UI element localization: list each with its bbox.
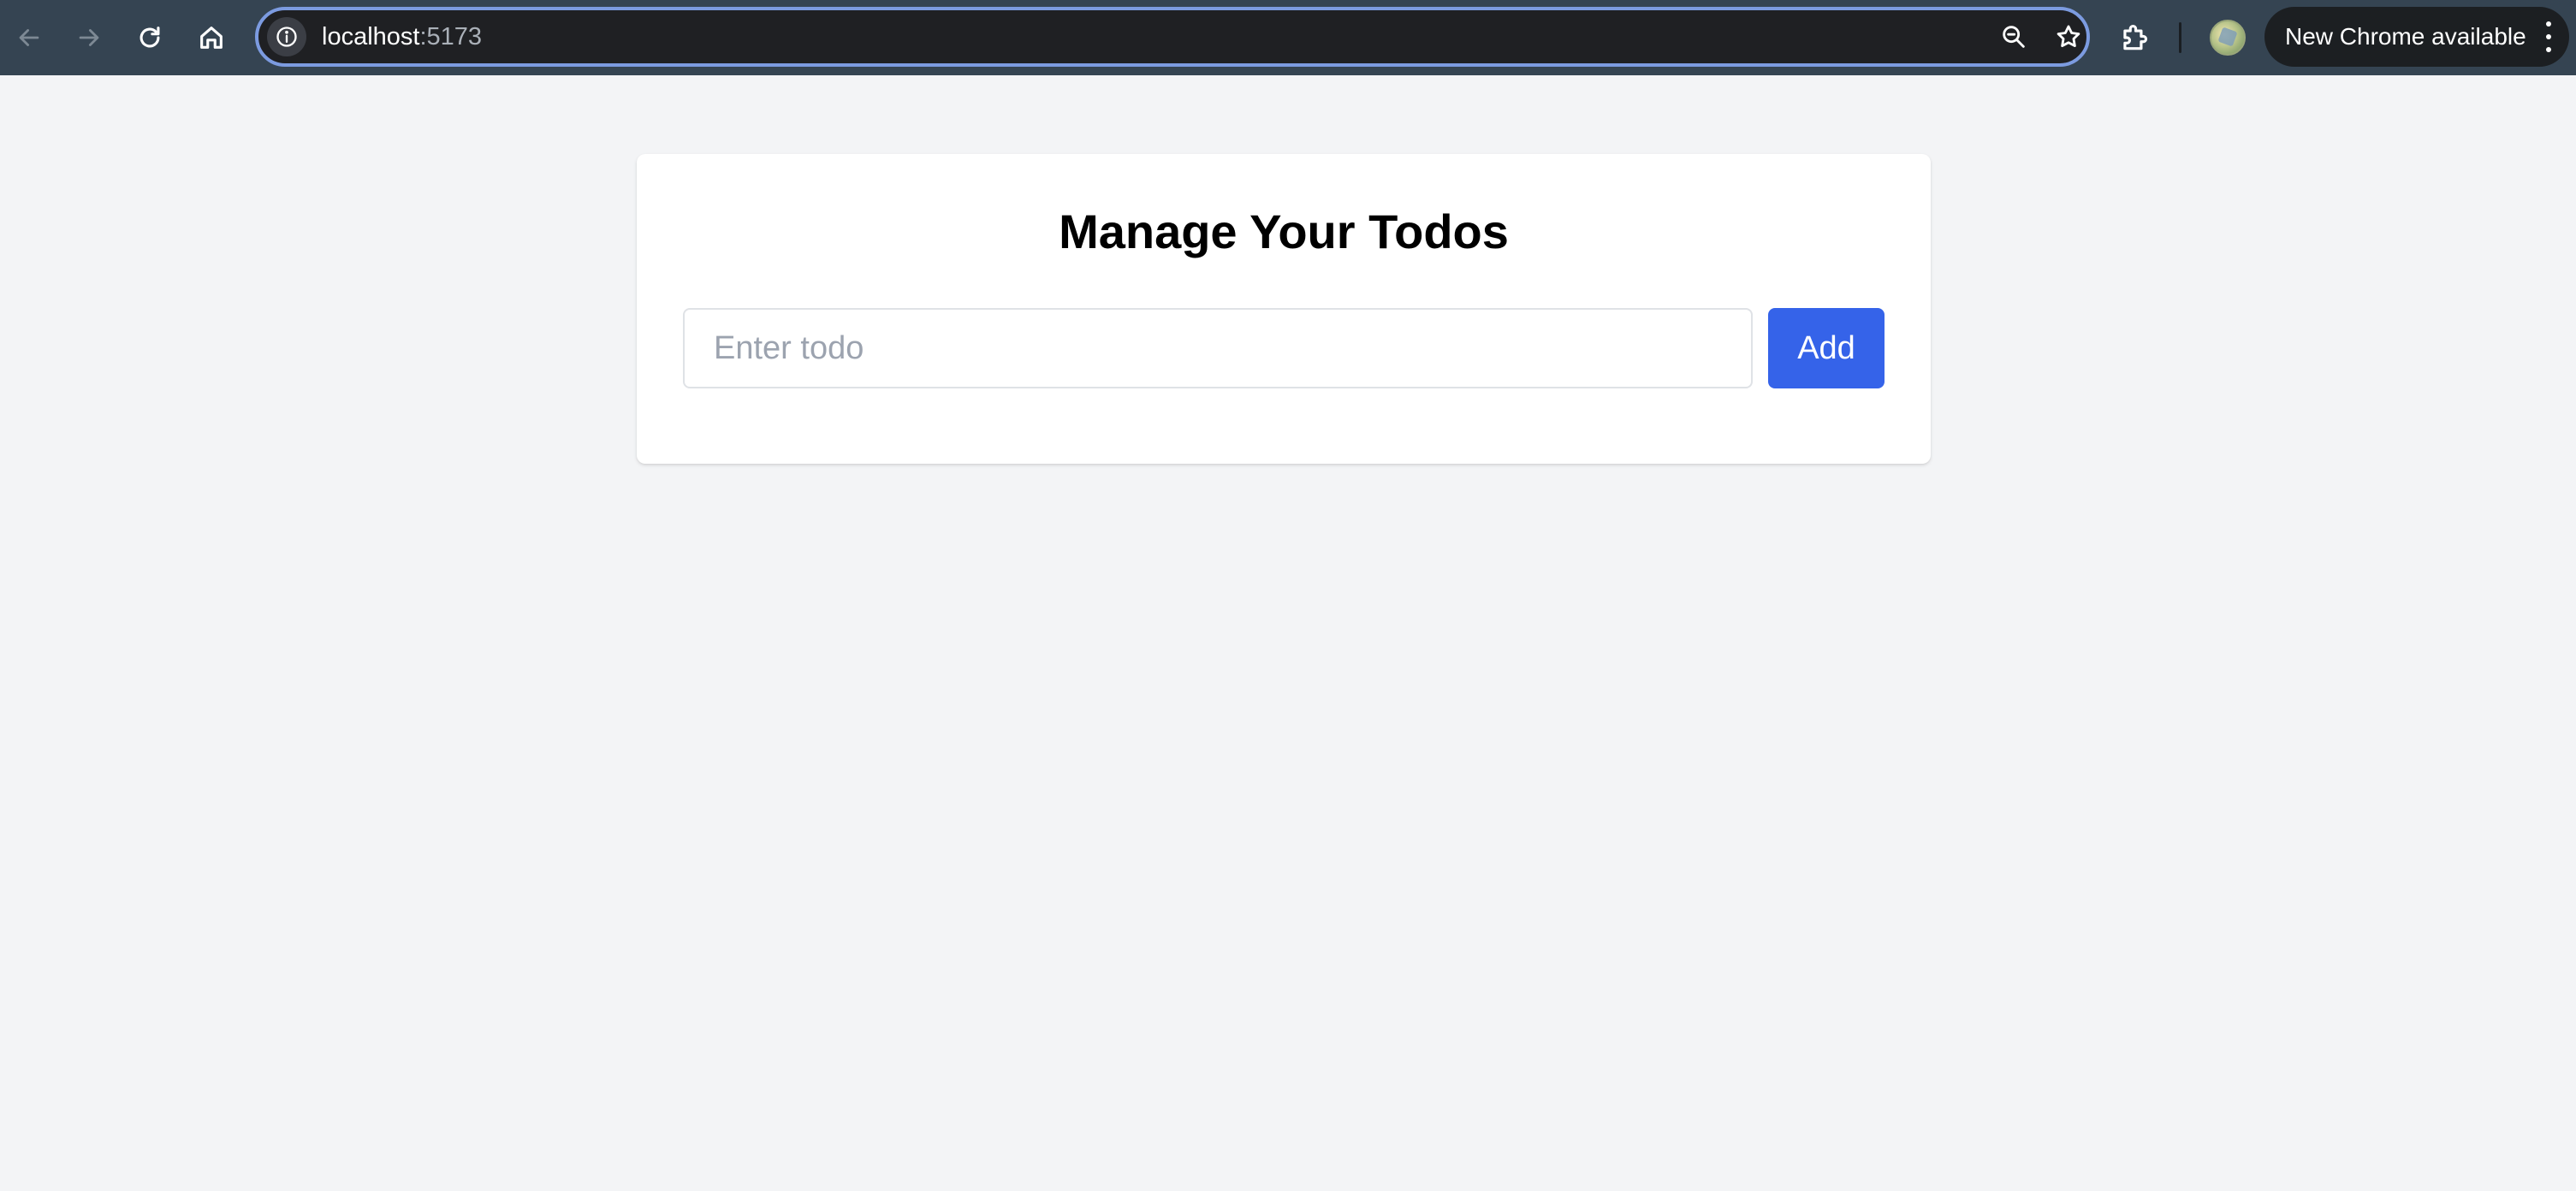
site-info-button[interactable] <box>267 17 306 56</box>
home-button[interactable] <box>186 12 237 63</box>
back-arrow-icon <box>19 29 39 46</box>
bookmark-button[interactable] <box>2051 19 2086 55</box>
extensions-button[interactable] <box>2112 15 2157 60</box>
forward-arrow-icon <box>79 29 99 46</box>
zoom-button[interactable] <box>1996 19 2032 55</box>
forward-button[interactable] <box>63 12 115 63</box>
profile-avatar[interactable] <box>2210 20 2246 56</box>
todo-card: Manage Your Todos Add <box>637 154 1931 464</box>
page-title: Manage Your Todos <box>1059 204 1509 258</box>
star-icon <box>2057 25 2080 48</box>
zoom-out-icon <box>2003 26 2025 48</box>
address-bar[interactable]: localhost:5173 <box>255 7 2090 67</box>
chrome-update-label: New Chrome available <box>2285 23 2526 50</box>
puzzle-icon <box>2123 25 2147 50</box>
info-icon <box>276 27 297 47</box>
chrome-update-button[interactable]: New Chrome available <box>2264 7 2569 67</box>
reload-button[interactable] <box>124 12 175 63</box>
browser-toolbar: localhost:5173 New Chrome available <box>0 0 2576 75</box>
toolbar-divider <box>2179 22 2181 53</box>
url-port: :5173 <box>419 23 483 50</box>
back-button[interactable] <box>3 12 55 63</box>
home-icon <box>200 27 223 49</box>
url-text[interactable]: localhost:5173 <box>322 10 482 63</box>
reload-icon <box>139 27 160 48</box>
url-host: localhost <box>322 23 420 50</box>
more-menu-icon[interactable] <box>2542 21 2555 52</box>
add-button[interactable]: Add <box>1768 308 1885 388</box>
todo-input[interactable] <box>683 308 1753 388</box>
